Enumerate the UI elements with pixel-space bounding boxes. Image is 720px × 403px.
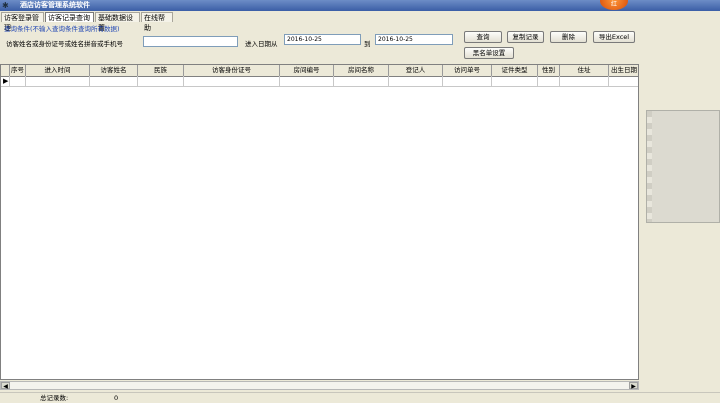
- side-panel-edge: [647, 111, 652, 222]
- side-panel: [646, 110, 720, 223]
- export-excel-button[interactable]: 导出Excel: [593, 31, 635, 43]
- badge-icon[interactable]: 红: [600, 0, 628, 10]
- col-header-id-number[interactable]: 访客身份证号: [184, 65, 280, 76]
- query-hint: 查询条件(不输入查询条件查询所有数据): [4, 25, 120, 33]
- date-to-label: 到: [364, 40, 371, 48]
- table-cell[interactable]: [334, 76, 389, 86]
- col-header-index[interactable]: 序号: [10, 65, 26, 76]
- col-header-gender[interactable]: 性别: [538, 65, 560, 76]
- row-selector-header: [1, 65, 10, 76]
- table-cell[interactable]: [90, 76, 138, 86]
- status-bar: 总记录数: 0: [0, 392, 720, 403]
- table-cell[interactable]: [560, 76, 609, 86]
- tab-basic-settings[interactable]: 基础数据设置: [95, 12, 140, 32]
- col-header-address[interactable]: 住址: [560, 65, 609, 76]
- search-button[interactable]: 查询: [464, 31, 502, 43]
- app-icon[interactable]: ✱: [2, 1, 11, 10]
- col-header-birth-date[interactable]: 出生日期: [609, 65, 638, 76]
- col-header-visitor-name[interactable]: 访客姓名: [90, 65, 138, 76]
- tab-visitor-records[interactable]: 访客记录查询: [45, 12, 94, 22]
- col-header-ethnicity[interactable]: 民族: [138, 65, 184, 76]
- table-row[interactable]: ▶: [1, 76, 638, 87]
- table-cell[interactable]: [26, 76, 90, 86]
- scroll-left-icon[interactable]: ◀: [1, 382, 10, 390]
- copy-record-button[interactable]: 复制记录: [507, 31, 544, 43]
- col-header-visit-number[interactable]: 访问单号: [443, 65, 492, 76]
- table-cell[interactable]: [538, 76, 560, 86]
- table-cell[interactable]: [492, 76, 538, 86]
- col-header-room-name[interactable]: 房间名称: [334, 65, 389, 76]
- table-cell[interactable]: [609, 76, 638, 86]
- keyword-label: 访客姓名或身份证号或姓名拼音或手机号: [6, 40, 123, 48]
- scroll-right-icon[interactable]: ▶: [629, 382, 638, 390]
- tab-visitor-login[interactable]: 访客登录管理: [1, 12, 44, 32]
- col-header-id-type[interactable]: 证件类型: [492, 65, 538, 76]
- table-cell[interactable]: [10, 76, 26, 86]
- table-cell[interactable]: [138, 76, 184, 86]
- col-header-registrar[interactable]: 登记人: [389, 65, 443, 76]
- col-header-room-number[interactable]: 房间编号: [280, 65, 334, 76]
- window-title: 酒店访客管理系统软件: [20, 1, 90, 9]
- date-to-input[interactable]: 2016-10-25: [375, 34, 453, 45]
- title-bar: ✱ 酒店访客管理系统软件 红: [0, 0, 720, 11]
- table-cell[interactable]: [389, 76, 443, 86]
- col-header-entry-time[interactable]: 进入时间: [26, 65, 90, 76]
- date-from-label: 进入日期从: [245, 40, 278, 48]
- menu-bar: 访客登录管理 访客记录查询 基础数据设置 在线帮助: [0, 11, 720, 32]
- badge-text: 红: [610, 1, 617, 8]
- table-cell[interactable]: [443, 76, 492, 86]
- tab-online-help[interactable]: 在线帮助: [141, 12, 173, 32]
- records-grid[interactable]: 序号 进入时间 访客姓名 民族 访客身份证号 房间编号 房间名称 登记人 访问单…: [0, 64, 639, 380]
- table-cell[interactable]: [184, 76, 280, 86]
- date-from-input[interactable]: 2016-10-25: [284, 34, 361, 45]
- table-cell[interactable]: [280, 76, 334, 86]
- keyword-input[interactable]: [143, 36, 238, 47]
- delete-button[interactable]: 删除: [550, 31, 587, 43]
- row-selector-cell[interactable]: [1, 76, 10, 86]
- horizontal-scrollbar[interactable]: ◀ ▶: [0, 381, 639, 390]
- blacklist-button[interactable]: 黑名单设置: [464, 47, 514, 59]
